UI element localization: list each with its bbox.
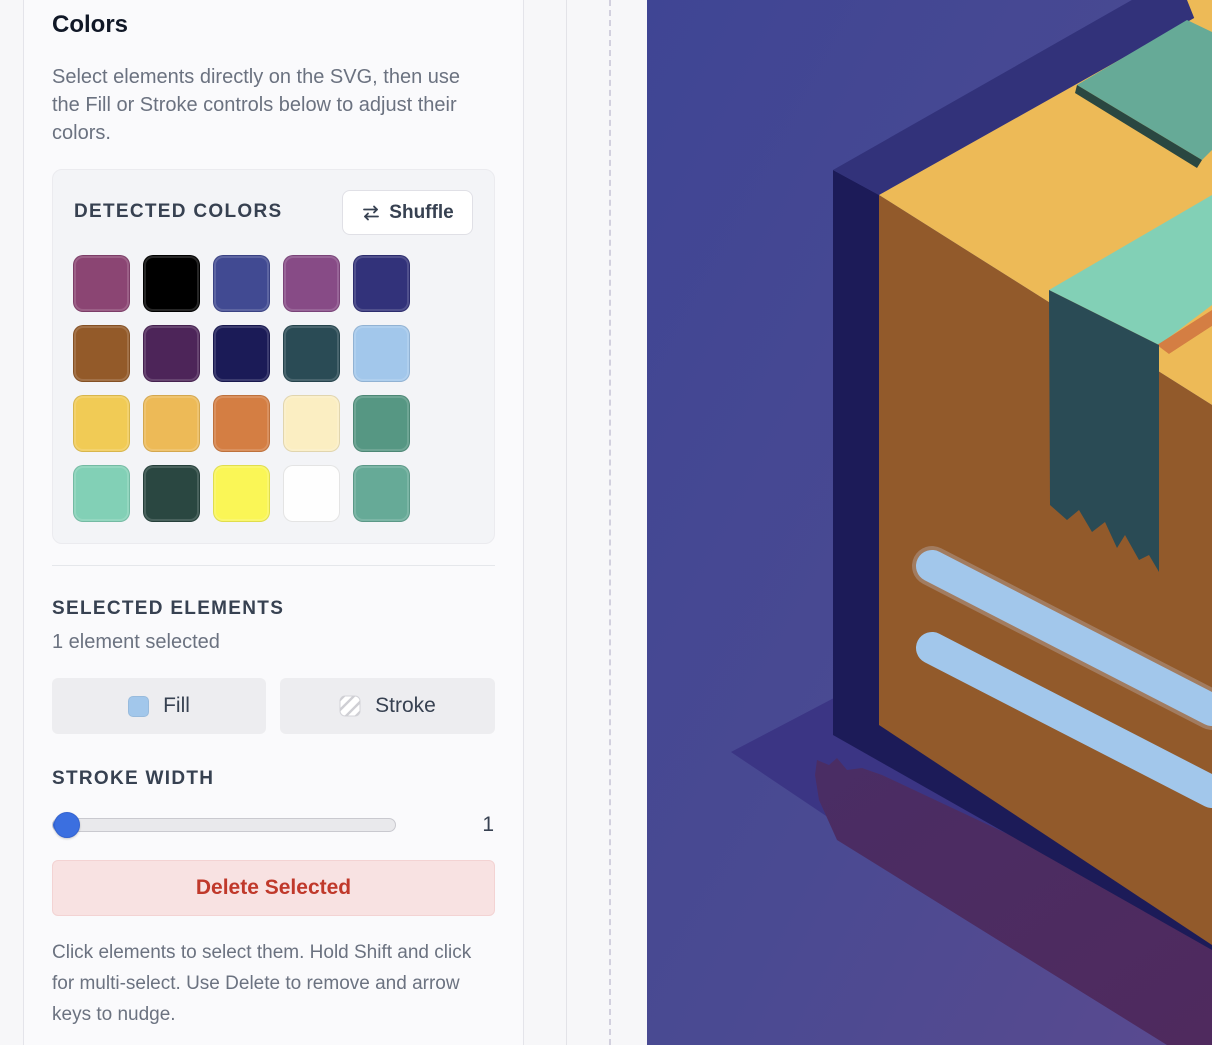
panel-gutter [566, 0, 567, 1045]
stroke-width-slider[interactable] [52, 818, 396, 832]
detected-colors-heading: DETECTED COLORS [74, 201, 283, 222]
color-swatch[interactable] [73, 255, 130, 312]
fill-label: Fill [163, 694, 190, 717]
stroke-button[interactable]: Stroke [280, 678, 495, 734]
shuffle-icon [363, 205, 380, 220]
panel-title: Colors [52, 11, 129, 38]
color-swatch[interactable] [73, 465, 130, 522]
color-swatch[interactable] [283, 255, 340, 312]
color-swatch[interactable] [353, 465, 410, 522]
color-swatch[interactable] [213, 395, 270, 452]
panel-description: Select elements directly on the SVG, the… [52, 66, 460, 144]
delete-selected-button[interactable]: Delete Selected [52, 860, 495, 916]
shuffle-button[interactable]: Shuffle [342, 190, 473, 235]
stroke-width-heading: STROKE WIDTH [52, 768, 215, 789]
color-swatch[interactable] [283, 325, 340, 382]
color-swatch[interactable] [143, 395, 200, 452]
color-swatch[interactable] [213, 255, 270, 312]
color-swatch[interactable] [213, 325, 270, 382]
color-swatch[interactable] [143, 255, 200, 312]
no-stroke-icon [339, 695, 361, 717]
color-swatch[interactable] [73, 325, 130, 382]
resize-handle[interactable] [609, 0, 611, 1045]
swatch-grid [73, 255, 413, 522]
svg-canvas[interactable] [647, 0, 1212, 1045]
color-swatch[interactable] [73, 395, 130, 452]
color-swatch[interactable] [353, 395, 410, 452]
selected-elements-heading: SELECTED ELEMENTS [52, 598, 285, 619]
stroke-label: Stroke [375, 694, 436, 717]
color-swatch[interactable] [143, 465, 200, 522]
color-swatch[interactable] [213, 465, 270, 522]
color-swatch[interactable] [283, 395, 340, 452]
shuffle-label: Shuffle [389, 201, 454, 223]
color-swatch[interactable] [143, 325, 200, 382]
selected-count: 1 element selected [52, 631, 220, 653]
slider-thumb[interactable] [54, 812, 80, 838]
color-swatch[interactable] [353, 255, 410, 312]
stroke-width-value: 1 [482, 813, 494, 836]
svg-artwork [647, 0, 1212, 1045]
color-swatch[interactable] [283, 465, 340, 522]
fill-color-chip [128, 695, 150, 717]
color-swatch[interactable] [353, 325, 410, 382]
divider [52, 565, 495, 566]
fill-button[interactable]: Fill [52, 678, 266, 734]
help-text: Click elements to select them. Hold Shif… [52, 942, 472, 1025]
